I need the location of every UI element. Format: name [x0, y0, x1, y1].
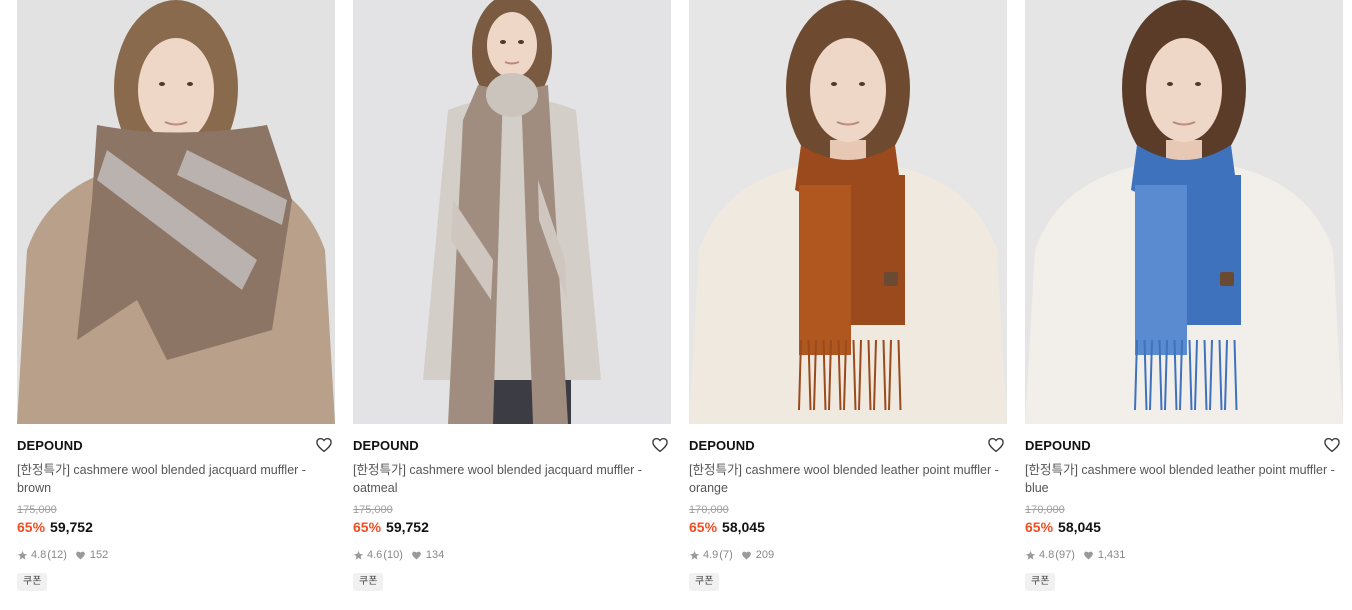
- wishlist-heart-icon[interactable]: [1323, 436, 1341, 454]
- rating-value: 4.8: [31, 549, 47, 561]
- scarf-tail-back: [1135, 185, 1187, 355]
- model-eye-right: [518, 40, 524, 44]
- like-count: 209: [755, 549, 775, 561]
- model-illustration: [353, 0, 671, 424]
- likes-heart-icon: [76, 551, 85, 559]
- price-row: 65% 58,045: [689, 519, 1007, 536]
- product-title[interactable]: [한정특가] cashmere wool blended jacquard mu…: [353, 461, 671, 497]
- wishlist-heart-icon[interactable]: [315, 436, 333, 454]
- model-face: [810, 38, 886, 142]
- star-icon: [1025, 550, 1036, 560]
- price-row: 65% 59,752: [353, 519, 671, 536]
- original-price: 170,000: [1025, 504, 1065, 516]
- coupon-badge: 쿠폰: [17, 573, 48, 591]
- leather-patch: [884, 272, 898, 286]
- model-face: [1146, 38, 1222, 142]
- product-meta: 4.6 (10) 134: [353, 548, 671, 562]
- wishlist-heart-icon[interactable]: [651, 436, 669, 454]
- leather-patch: [1220, 272, 1234, 286]
- model-eye-left: [831, 82, 837, 86]
- product-brand[interactable]: DEPOUND: [1025, 438, 1343, 454]
- product-card[interactable]: DEPOUND [한정특가] cashmere wool blended jac…: [17, 0, 335, 591]
- model-eye-right: [1195, 82, 1201, 86]
- product-image[interactable]: [17, 0, 335, 424]
- product-image[interactable]: [689, 0, 1007, 424]
- coupon-badge: 쿠폰: [1025, 573, 1056, 591]
- likes-heart-icon: [741, 551, 751, 559]
- model-illustration: [689, 0, 1007, 424]
- product-title[interactable]: [한정특가] cashmere wool blended jacquard mu…: [17, 461, 335, 497]
- product-image[interactable]: [353, 0, 671, 424]
- product-meta: 4.9 (7) 209: [689, 548, 1007, 562]
- original-price: 175,000: [17, 504, 57, 516]
- product-card[interactable]: DEPOUND [한정특가] cashmere wool blended jac…: [353, 0, 671, 591]
- rating-value: 4.8: [1039, 549, 1055, 561]
- model-illustration: [17, 0, 335, 424]
- product-card[interactable]: DEPOUND [한정특가] cashmere wool blended lea…: [1025, 0, 1343, 591]
- scarf-tail-back: [799, 185, 851, 355]
- review-count: (7): [719, 549, 733, 561]
- product-brand[interactable]: DEPOUND: [17, 438, 335, 454]
- model-eye-right: [187, 82, 193, 86]
- discount-rate: 65%: [1025, 519, 1054, 535]
- review-count: (97): [1055, 549, 1075, 561]
- review-count: (12): [47, 549, 67, 561]
- likes-heart-icon: [1084, 551, 1093, 559]
- sale-price: 59,752: [386, 519, 429, 535]
- star-icon: [689, 550, 700, 560]
- turtleneck: [486, 73, 538, 117]
- discount-rate: 65%: [353, 519, 382, 535]
- sale-price: 58,045: [722, 519, 765, 535]
- coupon-badge: 쿠폰: [353, 573, 384, 591]
- review-count: (10): [383, 549, 403, 561]
- model-illustration: [1025, 0, 1343, 424]
- model-eye-left: [159, 82, 165, 86]
- sale-price: 59,752: [50, 519, 93, 535]
- product-grid: DEPOUND [한정특가] cashmere wool blended jac…: [17, 0, 1343, 591]
- product-title[interactable]: [한정특가] cashmere wool blended leather poi…: [1025, 461, 1343, 497]
- model-face: [487, 12, 537, 78]
- like-count: 152: [89, 549, 109, 561]
- discount-rate: 65%: [689, 519, 718, 535]
- original-price: 175,000: [353, 504, 393, 516]
- product-title[interactable]: [한정특가] cashmere wool blended leather poi…: [689, 461, 1007, 497]
- original-price: 170,000: [689, 504, 729, 516]
- price-row: 65% 59,752: [17, 519, 335, 536]
- model-eye-right: [859, 82, 865, 86]
- product-card[interactable]: DEPOUND [한정특가] cashmere wool blended lea…: [689, 0, 1007, 591]
- product-meta: 4.8 (12) 152: [17, 548, 335, 562]
- product-brand[interactable]: DEPOUND: [353, 438, 671, 454]
- model-coat: [423, 97, 601, 380]
- rating-value: 4.6: [367, 549, 383, 561]
- wishlist-heart-icon[interactable]: [987, 436, 1005, 454]
- model-eye-left: [500, 40, 506, 44]
- like-count: 1,431: [1097, 549, 1126, 561]
- model-face: [138, 38, 214, 142]
- like-count: 134: [425, 549, 445, 561]
- price-row: 65% 58,045: [1025, 519, 1343, 536]
- discount-rate: 65%: [17, 519, 46, 535]
- sale-price: 58,045: [1058, 519, 1101, 535]
- star-icon: [353, 550, 364, 560]
- product-meta: 4.8 (97) 1,431: [1025, 548, 1343, 562]
- rating-value: 4.9: [703, 549, 719, 561]
- coupon-badge: 쿠폰: [689, 573, 720, 591]
- likes-heart-icon: [412, 551, 421, 559]
- product-image[interactable]: [1025, 0, 1343, 424]
- star-icon: [17, 550, 28, 560]
- model-eye-left: [1167, 82, 1173, 86]
- product-brand[interactable]: DEPOUND: [689, 438, 1007, 454]
